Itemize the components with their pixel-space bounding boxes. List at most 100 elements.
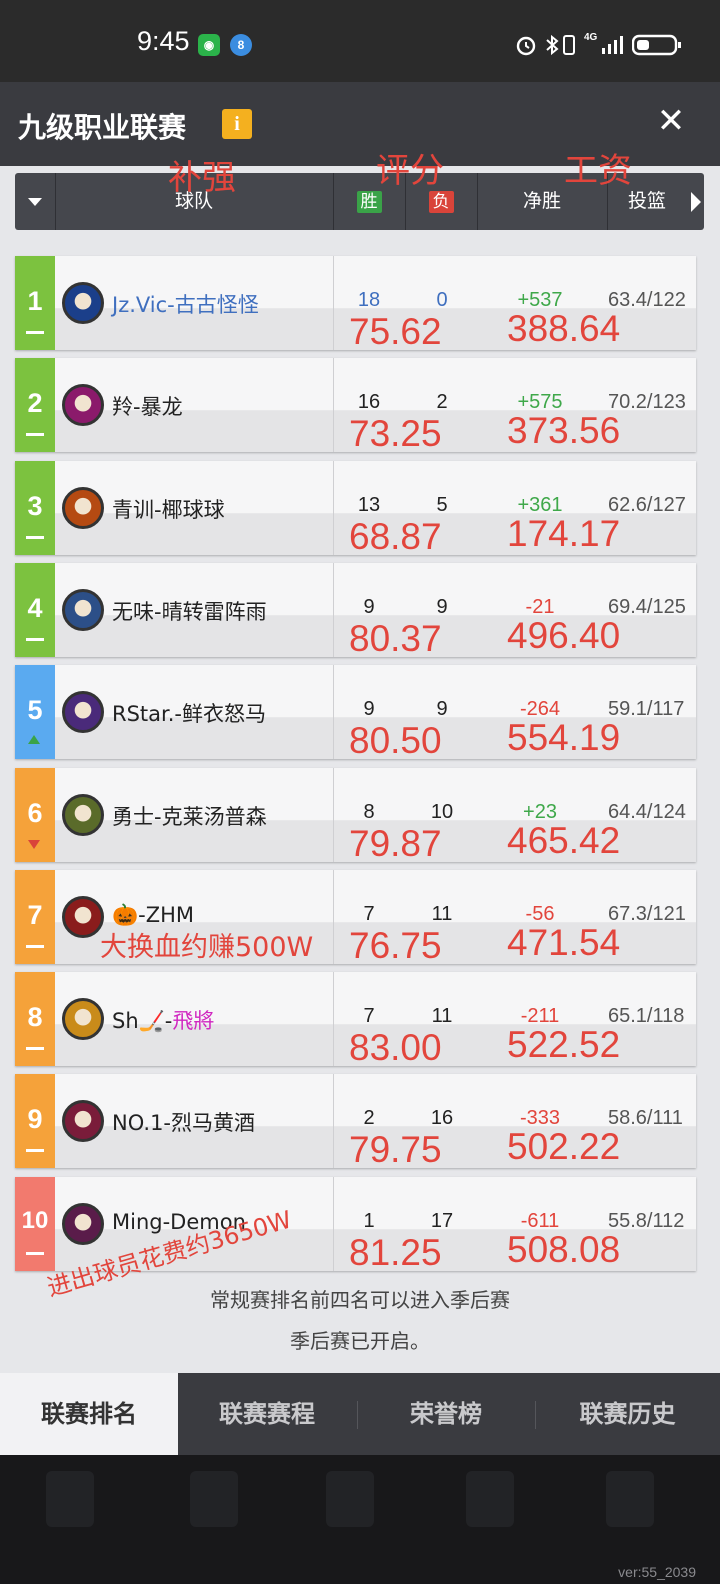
- rating-annotation: 75.62: [349, 311, 442, 352]
- team-logo-avatar[interactable]: [62, 794, 104, 836]
- losses-value: 17: [430, 1210, 454, 1232]
- wins-value: 2: [363, 1107, 375, 1129]
- losses-value: 16: [430, 1107, 454, 1129]
- losses-value: 9: [436, 698, 448, 720]
- team-name[interactable]: 青训-椰球球: [112, 494, 225, 524]
- rating-annotation: 80.37: [349, 618, 442, 659]
- salary-annotation: 471.54: [507, 922, 621, 963]
- scroll-right-arrow[interactable]: [687, 173, 704, 230]
- rating-annotation: 73.25: [349, 413, 442, 454]
- status-bar: 9:45 ◉ 8 4G: [0, 0, 720, 82]
- rank-number: 8: [27, 1002, 43, 1032]
- standings-row[interactable]: 4 无味-晴转雷阵雨 9 9 -21 69.4/125 80.37 496.40: [15, 563, 696, 659]
- signal-icon: [602, 36, 623, 54]
- standings-row[interactable]: 2 羚-暴龙 16 2 +575 70.2/123 73.25 373.56: [15, 358, 696, 454]
- loss-badge: 负: [428, 191, 454, 213]
- standings-row[interactable]: 8 Sh🏒-飛將 7 11 -211 65.1/118 83.00 522.52: [15, 972, 696, 1068]
- divider: [333, 1074, 334, 1168]
- annotation-boost: 补强: [168, 158, 236, 198]
- bluetooth-icon: [546, 34, 559, 56]
- rating-annotation: 80.50: [349, 720, 442, 761]
- wins-value: 16: [357, 391, 381, 413]
- team-logo-avatar[interactable]: [62, 896, 104, 938]
- playoff-status-text: 季后赛已开启。: [290, 1329, 430, 1353]
- team-logo-avatar[interactable]: [62, 691, 104, 733]
- team-logo-avatar[interactable]: [62, 1100, 104, 1142]
- wechat-icon: ◉: [198, 34, 220, 56]
- wins-value: 7: [363, 903, 375, 925]
- salary-annotation: 496.40: [507, 615, 621, 656]
- tab-honor-board[interactable]: 荣誉榜: [357, 1373, 535, 1455]
- sort-dropdown-button[interactable]: [15, 173, 55, 230]
- rank-unchanged-icon: [26, 1149, 44, 1152]
- clock: 9:45: [137, 26, 190, 56]
- rank-number: 9: [27, 1104, 43, 1134]
- standings-row[interactable]: 6 勇士-克莱汤普森 8 10 +23 64.4/124 79.87 465.42: [15, 768, 696, 864]
- rank-up-icon: [28, 735, 40, 744]
- team-logo-avatar[interactable]: [62, 384, 104, 426]
- tab-league-history[interactable]: 联赛历史: [535, 1373, 720, 1455]
- team-name[interactable]: NO.1-烈马黄酒: [112, 1107, 255, 1137]
- rank-cell: 8: [15, 972, 55, 1066]
- divider: [333, 563, 334, 657]
- team-logo-avatar[interactable]: [62, 1203, 104, 1245]
- rank-cell: 2: [15, 358, 55, 452]
- divider: [333, 768, 334, 862]
- rating-annotation: 79.75: [349, 1129, 442, 1170]
- team-logo-avatar[interactable]: [62, 282, 104, 324]
- losses-value: 0: [436, 289, 448, 311]
- bottom-tab-bar: 联赛排名 联赛赛程 荣誉榜 联赛历史: [0, 1373, 720, 1455]
- blurred-nav-icon: [606, 1471, 654, 1527]
- team-logo-avatar[interactable]: [62, 589, 104, 631]
- rank-cell: 6: [15, 768, 55, 862]
- rank-down-icon: [28, 840, 40, 849]
- team-logo-avatar[interactable]: [62, 998, 104, 1040]
- standings-row[interactable]: 3 青训-椰球球 13 5 +361 62.6/127 68.87 174.17: [15, 461, 696, 557]
- team-name[interactable]: 羚-暴龙: [112, 391, 183, 421]
- team-name[interactable]: RStar.-鲜衣怒马: [112, 698, 266, 728]
- team-name[interactable]: Sh🏒-飛將: [112, 1005, 214, 1035]
- team-name[interactable]: 无味-晴转雷阵雨: [112, 596, 267, 626]
- wins-value: 7: [363, 1005, 375, 1027]
- rank-cell: 5: [15, 665, 55, 759]
- divider: [333, 972, 334, 1066]
- divider: [333, 665, 334, 759]
- team-logo-avatar[interactable]: [62, 487, 104, 529]
- info-icon[interactable]: i: [222, 109, 252, 139]
- salary-annotation: 554.19: [507, 717, 621, 758]
- rank-number: 4: [27, 593, 43, 623]
- rating-annotation: 79.87: [349, 823, 442, 864]
- divider: [333, 870, 334, 964]
- salary-annotation: 522.52: [507, 1024, 621, 1065]
- annotation-row7-note: 大换血约赚500W: [100, 932, 314, 963]
- tab-league-schedule[interactable]: 联赛赛程: [178, 1373, 356, 1455]
- divider: [333, 461, 334, 555]
- rank-unchanged-icon: [26, 331, 44, 334]
- standings-row[interactable]: 9 NO.1-烈马黄酒 2 16 -333 58.6/111 79.75 502.22: [15, 1074, 696, 1170]
- wins-value: 18: [357, 289, 381, 311]
- close-icon[interactable]: ✕: [652, 102, 690, 140]
- team-name-prefix: Sh🏒-: [112, 1009, 173, 1033]
- losses-value: 9: [436, 596, 448, 618]
- divider: [333, 358, 334, 452]
- vibrate-icon: [563, 35, 575, 55]
- rating-annotation: 76.75: [349, 925, 442, 966]
- dimmed-background-nav: ver:55_2039: [0, 1455, 720, 1584]
- rank-unchanged-icon: [26, 638, 44, 641]
- losses-value: 5: [436, 494, 448, 516]
- alarm-icon: [516, 36, 536, 56]
- wins-value: 9: [363, 698, 375, 720]
- losses-value: 10: [430, 801, 454, 823]
- salary-annotation: 502.22: [507, 1126, 621, 1167]
- tab-league-ranking[interactable]: 联赛排名: [0, 1373, 178, 1455]
- rank-number: 2: [27, 388, 43, 418]
- team-name[interactable]: Jz.Vic-古古怪怪: [112, 289, 259, 319]
- team-name[interactable]: 勇士-克莱汤普森: [112, 801, 267, 831]
- wins-value: 9: [363, 596, 375, 618]
- app-notification-icon: 8: [230, 34, 252, 56]
- standings-row[interactable]: 5 RStar.-鲜衣怒马 9 9 -264 59.1/117 80.50 554.19: [15, 665, 696, 761]
- standings-row[interactable]: 1 Jz.Vic-古古怪怪 18 0 +537 63.4/122 75.62 388.64: [15, 256, 696, 352]
- wins-value: 13: [357, 494, 381, 516]
- rank-number: 6: [27, 798, 43, 828]
- rank-unchanged-icon: [26, 945, 44, 948]
